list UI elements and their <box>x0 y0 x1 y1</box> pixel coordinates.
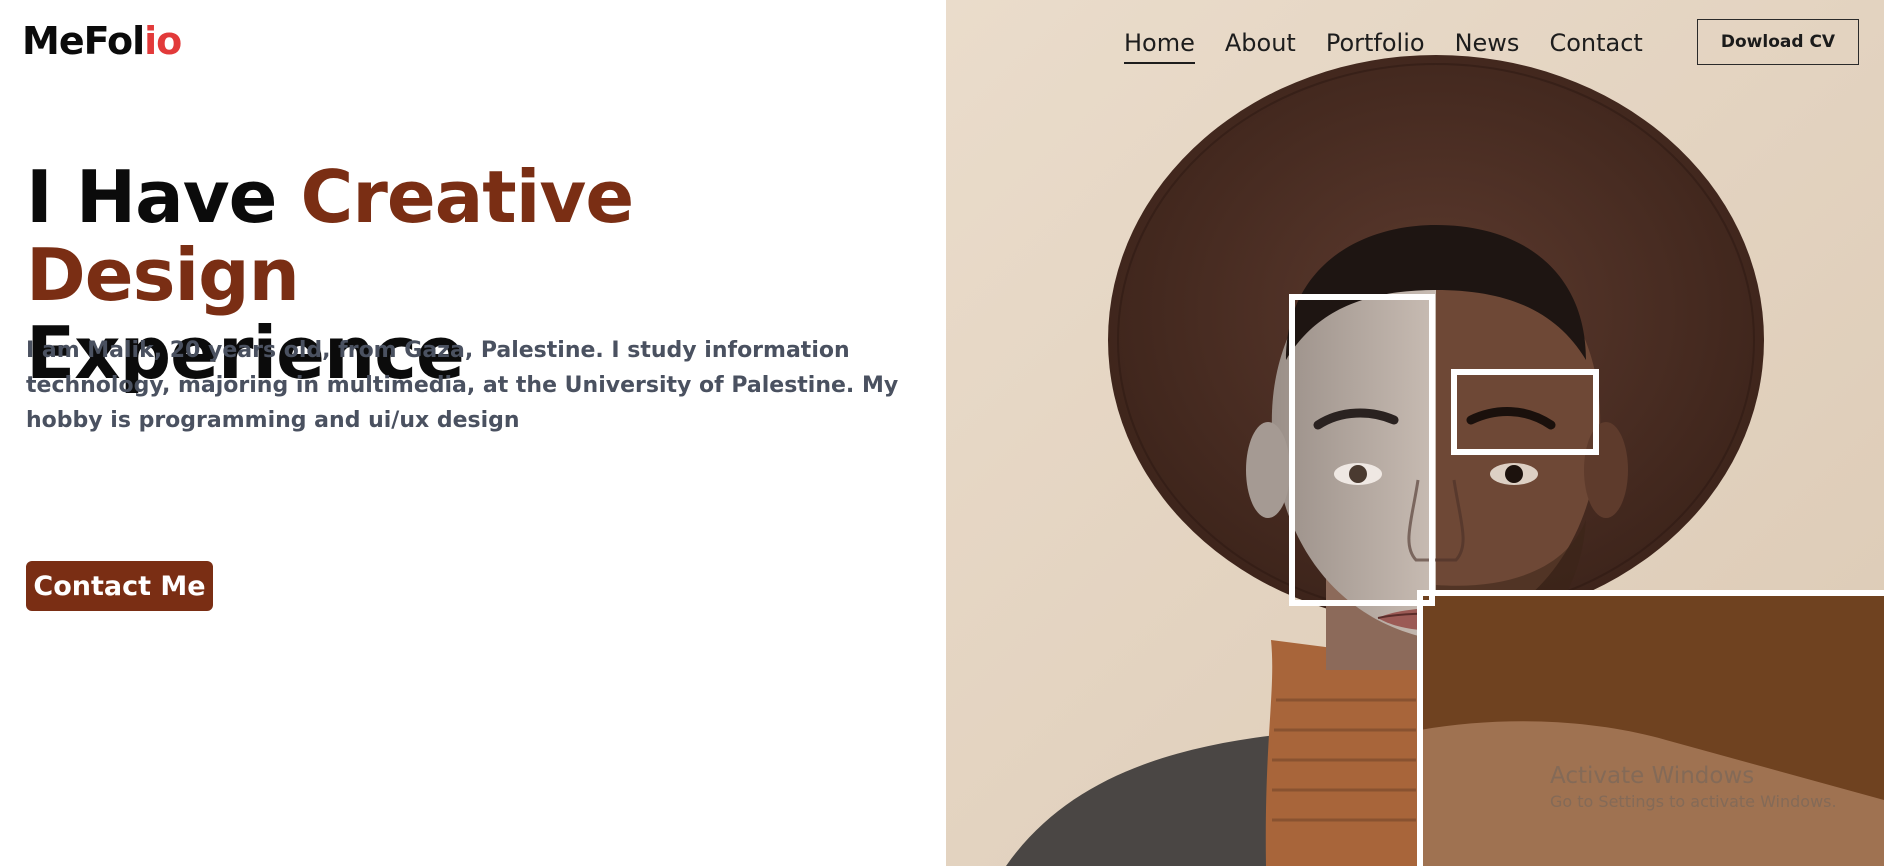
download-cv-button[interactable]: Dowload CV <box>1697 19 1859 65</box>
logo-main: MeFol <box>22 19 145 63</box>
logo-accent: io <box>144 19 182 63</box>
hero-portrait-image <box>946 0 1884 866</box>
main-nav: Home About Portfolio News Contact <box>1124 28 1643 64</box>
nav-item-portfolio[interactable]: Portfolio <box>1326 28 1425 64</box>
windows-activation-watermark: Activate Windows Go to Settings to activ… <box>1550 762 1837 813</box>
logo[interactable]: MeFolio <box>22 19 182 63</box>
hero-description: I am Malik, 20 years old, from Gaza, Pal… <box>26 338 899 433</box>
watermark-line2: Go to Settings to activate Windows. <box>1550 791 1837 811</box>
contact-me-button[interactable]: Contact Me <box>26 561 213 611</box>
watermark-line1: Activate Windows <box>1550 763 1755 789</box>
nav-item-news[interactable]: News <box>1455 28 1520 64</box>
nav-item-home[interactable]: Home <box>1124 28 1195 64</box>
hero-title-part1: I Have <box>26 155 301 239</box>
portrait-illustration <box>946 0 1884 866</box>
nav-item-about[interactable]: About <box>1225 28 1296 64</box>
nav-item-contact[interactable]: Contact <box>1549 28 1642 64</box>
